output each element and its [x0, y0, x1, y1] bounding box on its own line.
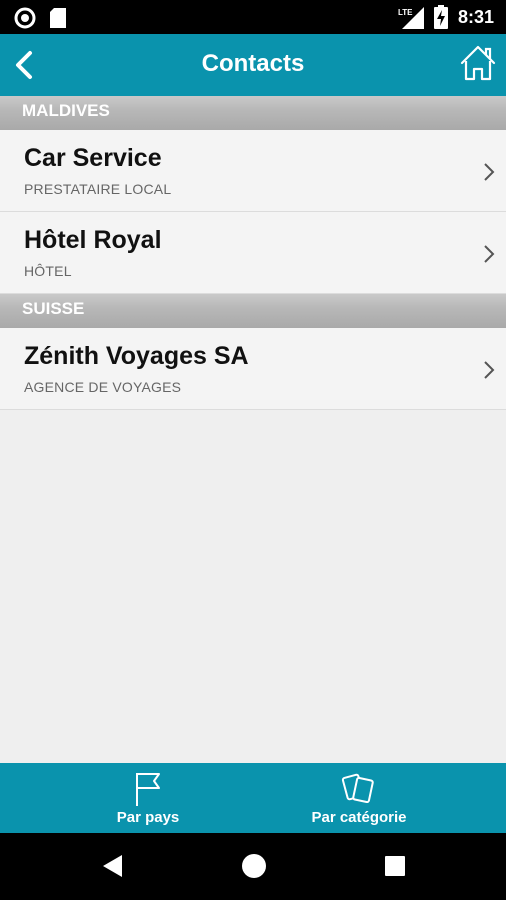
list-item[interactable]: Car Service PRESTATAIRE LOCAL	[0, 130, 506, 212]
home-icon	[460, 45, 496, 81]
chevron-right-icon	[484, 245, 495, 263]
bottom-tab-bar: Par pays Par catégorie	[0, 763, 506, 833]
status-time: 8:31	[457, 7, 494, 27]
section-header-suisse: SUISSE	[0, 294, 506, 328]
system-nav-bar	[0, 833, 506, 900]
cards-icon	[341, 773, 374, 804]
app-header: Contacts	[0, 34, 506, 96]
sd-card-icon	[50, 8, 66, 28]
home-circle-icon[interactable]	[241, 853, 267, 879]
contact-list: MALDIVES Car Service PRESTATAIRE LOCAL H…	[0, 96, 506, 763]
signal-icon: LTE	[398, 7, 424, 29]
tab-par-pays[interactable]: Par pays	[58, 763, 238, 833]
contact-category: AGENCE DE VOYAGES	[24, 379, 182, 395]
status-bar: LTE 8:31	[0, 0, 506, 34]
recents-square-icon[interactable]	[383, 853, 407, 879]
tab-par-categorie[interactable]: Par catégorie	[269, 763, 449, 833]
network-label: LTE	[398, 8, 413, 17]
flag-icon	[136, 773, 160, 806]
chevron-right-icon	[484, 163, 495, 181]
contact-name: Car Service	[24, 144, 162, 172]
back-triangle-icon[interactable]	[100, 853, 126, 879]
list-item[interactable]: Zénith Voyages SA AGENCE DE VOYAGES	[0, 328, 506, 410]
back-button[interactable]	[10, 48, 40, 82]
battery-charging-icon	[433, 5, 448, 29]
tab-label: Par catégorie	[311, 809, 407, 826]
chevron-right-icon	[484, 361, 495, 379]
chevron-left-icon	[16, 51, 32, 79]
contact-category: PRESTATAIRE LOCAL	[24, 181, 172, 197]
tab-label: Par pays	[116, 809, 180, 826]
section-header-maldives: MALDIVES	[0, 96, 506, 130]
contact-category: HÔTEL	[24, 263, 72, 279]
page-title: Contacts	[201, 50, 305, 77]
list-item[interactable]: Hôtel Royal HÔTEL	[0, 212, 506, 294]
contact-name: Hôtel Royal	[24, 226, 162, 254]
home-button[interactable]	[460, 44, 496, 82]
circle-notification-icon	[14, 7, 36, 29]
contact-name: Zénith Voyages SA	[24, 342, 249, 370]
